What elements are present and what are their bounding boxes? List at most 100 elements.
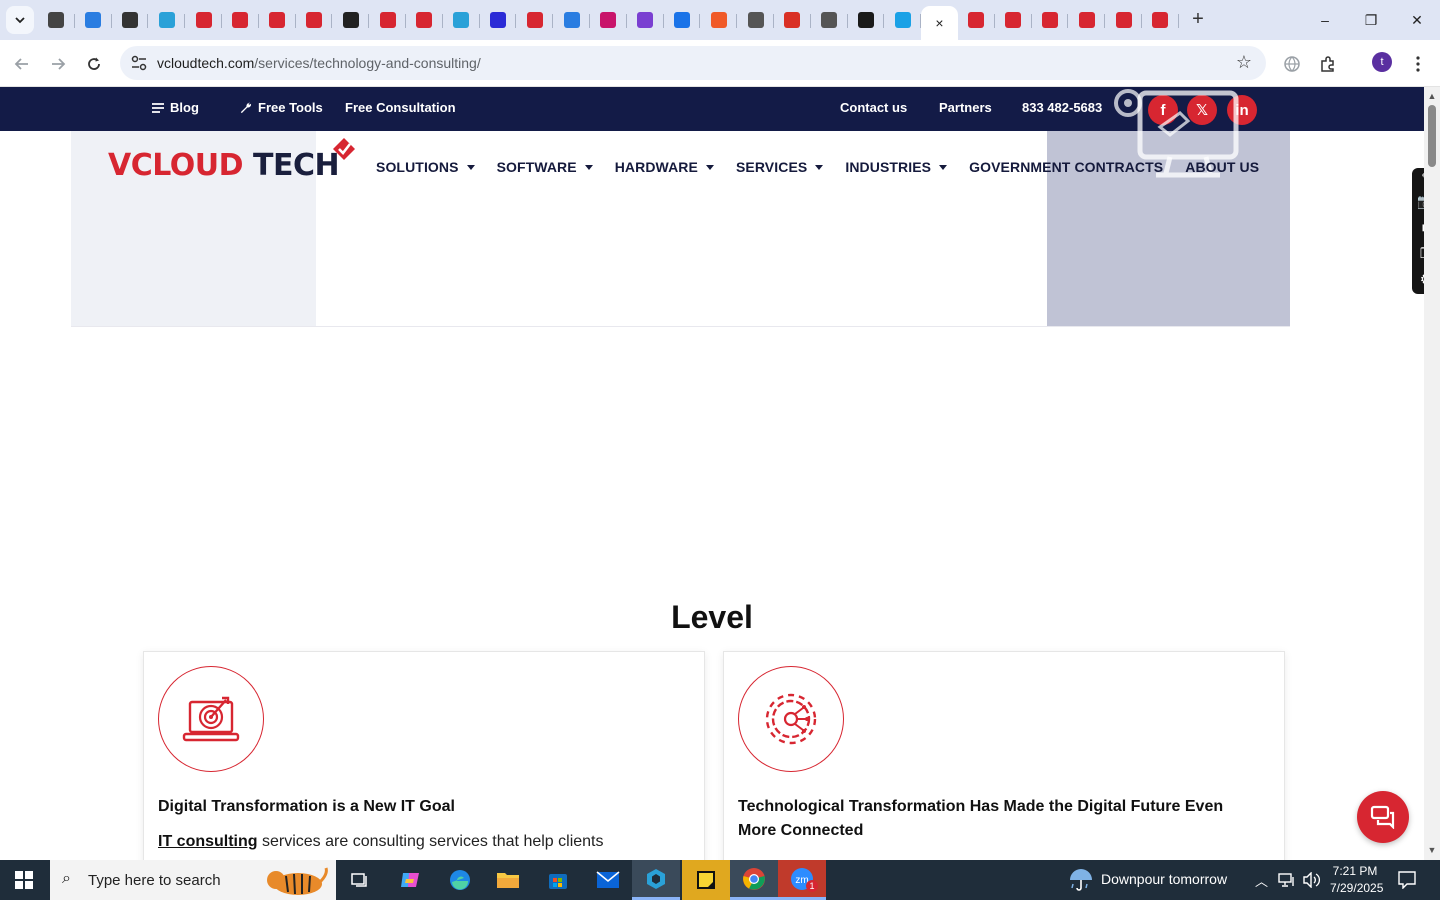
browser-tab[interactable] bbox=[995, 6, 1032, 34]
browser-tab[interactable] bbox=[296, 6, 333, 34]
browser-tab[interactable] bbox=[332, 6, 369, 34]
scroll-up-icon[interactable]: ▲ bbox=[1427, 91, 1437, 101]
site-info-icon[interactable] bbox=[130, 54, 148, 72]
zoom-app[interactable]: zm 1 bbox=[778, 860, 826, 900]
taskbar-search[interactable]: ⌕ Type here to search bbox=[50, 860, 336, 900]
weather-text[interactable]: Downpour tomorrow bbox=[1101, 871, 1227, 887]
minimize-button[interactable]: – bbox=[1302, 0, 1348, 40]
browser-tab-active[interactable]: × bbox=[921, 6, 958, 40]
reload-button[interactable] bbox=[80, 50, 108, 78]
browser-tab[interactable] bbox=[480, 6, 517, 34]
nav-item-hardware[interactable]: HARDWARE bbox=[615, 159, 714, 175]
chevron-down-icon bbox=[15, 17, 25, 24]
forward-button[interactable] bbox=[44, 50, 72, 78]
browser-tab[interactable] bbox=[443, 6, 480, 34]
extensions-icon[interactable] bbox=[1316, 52, 1340, 76]
tab-favicon-icon bbox=[968, 12, 985, 28]
browser-tab[interactable] bbox=[884, 6, 921, 34]
topbar-partners-link[interactable]: Partners bbox=[939, 100, 992, 115]
kebab-menu-icon[interactable] bbox=[1406, 52, 1430, 76]
browser-tab[interactable] bbox=[848, 6, 885, 34]
browser-tab[interactable] bbox=[811, 6, 848, 34]
browser-tab[interactable] bbox=[112, 6, 149, 34]
system-clock[interactable]: 7:21 PM 7/29/2025 bbox=[1330, 863, 1384, 897]
nav-item-software[interactable]: SOFTWARE bbox=[497, 159, 593, 175]
new-tab-button[interactable]: + bbox=[1186, 8, 1210, 32]
edge-app[interactable] bbox=[436, 860, 484, 900]
topbar-phone-link[interactable]: 833 482-5683 bbox=[1022, 100, 1102, 115]
browser-tab[interactable] bbox=[369, 6, 406, 34]
volume-icon[interactable] bbox=[1302, 872, 1320, 888]
tab-search-button[interactable] bbox=[6, 6, 34, 34]
browser-tab[interactable] bbox=[590, 6, 627, 34]
browser-tab[interactable] bbox=[222, 6, 259, 34]
topbar-free-tools-link[interactable]: Free Tools bbox=[239, 100, 323, 115]
browser-tab[interactable] bbox=[259, 6, 296, 34]
browser-tab[interactable] bbox=[75, 6, 112, 34]
translate-icon[interactable] bbox=[1280, 52, 1304, 76]
network-icon[interactable] bbox=[1278, 873, 1296, 887]
chat-button[interactable] bbox=[1357, 791, 1409, 843]
address-bar[interactable]: vcloudtech.com/services/technology-and-c… bbox=[120, 46, 1266, 80]
nav-item-label: SOFTWARE bbox=[496, 159, 577, 175]
tab-favicon-icon bbox=[379, 12, 396, 28]
browser-tab[interactable] bbox=[553, 6, 590, 34]
tab-list: × bbox=[38, 6, 1179, 40]
copilot-app[interactable] bbox=[386, 860, 434, 900]
browser-tab[interactable] bbox=[1105, 6, 1142, 34]
browser-tab[interactable] bbox=[38, 6, 75, 34]
store-app[interactable] bbox=[534, 860, 582, 900]
sticky-notes-app[interactable] bbox=[682, 860, 730, 900]
nav-item-solutions[interactable]: SOLUTIONS bbox=[376, 159, 475, 175]
bookmark-star-icon[interactable]: ☆ bbox=[1236, 52, 1252, 73]
start-button[interactable] bbox=[0, 860, 48, 900]
close-tab-icon[interactable]: × bbox=[935, 15, 943, 31]
scroll-down-icon[interactable]: ▼ bbox=[1427, 845, 1437, 855]
tab-favicon-icon bbox=[1041, 12, 1058, 28]
browser-tab[interactable] bbox=[185, 6, 222, 34]
browser-tab[interactable] bbox=[664, 6, 701, 34]
profile-avatar[interactable]: t bbox=[1372, 52, 1392, 72]
tray-chevron-up-icon[interactable]: ︿ bbox=[1255, 871, 1268, 890]
nav-item-industries[interactable]: INDUSTRIES bbox=[845, 159, 948, 175]
task-view-button[interactable] bbox=[336, 860, 384, 900]
chrome-app[interactable] bbox=[730, 860, 778, 900]
browser-tab[interactable] bbox=[1032, 6, 1069, 34]
topbar-blog-link[interactable]: Blog bbox=[152, 100, 199, 115]
clock-date: 7/29/2025 bbox=[1330, 881, 1384, 895]
topbar-contact-link[interactable]: Contact us bbox=[840, 100, 907, 115]
back-button[interactable] bbox=[8, 50, 36, 78]
caret-down-icon bbox=[466, 164, 475, 170]
browser-tab[interactable] bbox=[148, 6, 185, 34]
it-consulting-link[interactable]: IT consulting bbox=[158, 833, 258, 850]
browser-tab[interactable] bbox=[627, 6, 664, 34]
browser-tab[interactable] bbox=[406, 6, 443, 34]
browser-tab[interactable] bbox=[516, 6, 553, 34]
topbar-free-consultation-link[interactable]: Free Consultation bbox=[345, 100, 456, 115]
notifications-icon[interactable] bbox=[1398, 871, 1416, 889]
mail-icon bbox=[596, 871, 620, 888]
tab-favicon-icon bbox=[1115, 12, 1132, 28]
mail-app[interactable] bbox=[584, 860, 632, 900]
nav-item-about-us[interactable]: ABOUT US bbox=[1185, 159, 1259, 175]
browser-tab[interactable] bbox=[1068, 6, 1105, 34]
browser-tab[interactable] bbox=[737, 6, 774, 34]
close-window-button[interactable]: ✕ bbox=[1394, 0, 1440, 40]
browser-tab[interactable] bbox=[774, 6, 811, 34]
browser-tab[interactable] bbox=[700, 6, 737, 34]
nav-item-label: SERVICES bbox=[735, 159, 808, 175]
service-card-1: Digital Transformation is a New IT Goal … bbox=[143, 651, 705, 860]
tab-favicon-icon bbox=[48, 12, 65, 28]
nav-item-government-contracts[interactable]: GOVERNMENT CONTRACTS bbox=[969, 159, 1163, 175]
url-domain: vcloudtech.com bbox=[157, 55, 255, 71]
nav-item-services[interactable]: SERVICES bbox=[735, 159, 824, 175]
pinned-app-1[interactable] bbox=[632, 860, 680, 900]
file-explorer-app[interactable] bbox=[484, 860, 532, 900]
browser-tab[interactable] bbox=[958, 6, 995, 34]
maximize-button[interactable]: ❐ bbox=[1348, 0, 1394, 40]
scroll-thumb[interactable] bbox=[1428, 105, 1436, 167]
tab-favicon-icon bbox=[1078, 12, 1095, 28]
browser-tab[interactable] bbox=[1142, 6, 1179, 34]
site-logo[interactable]: VCLOUD TECH bbox=[108, 138, 355, 183]
page-scrollbar[interactable]: ▲ ▼ bbox=[1424, 87, 1440, 860]
